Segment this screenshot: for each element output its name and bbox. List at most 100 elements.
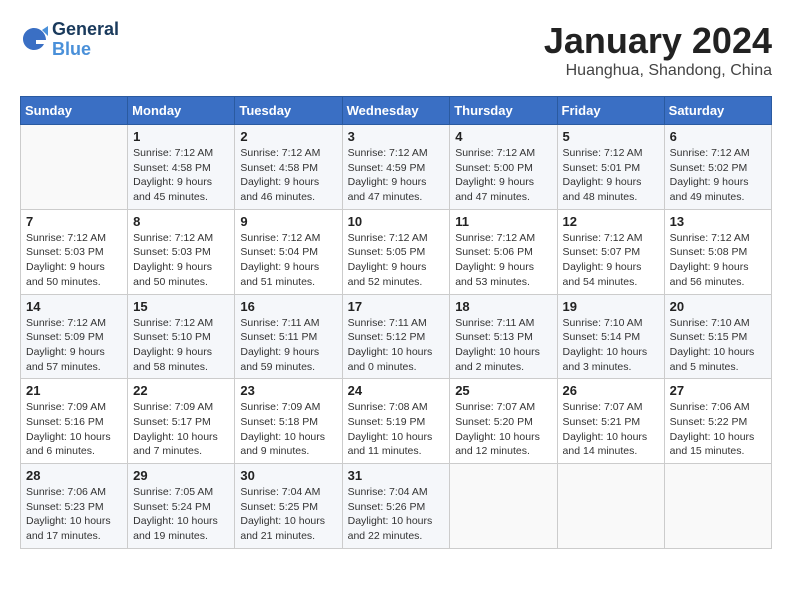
table-row: 5 Sunrise: 7:12 AMSunset: 5:01 PMDaylight…	[557, 125, 664, 210]
col-friday: Friday	[557, 97, 664, 125]
logo: General Blue	[20, 20, 119, 60]
day-number: 30	[240, 468, 336, 483]
col-monday: Monday	[128, 97, 235, 125]
day-number: 14	[26, 299, 122, 314]
day-info: Sunrise: 7:12 AMSunset: 4:59 PMDaylight:…	[348, 146, 445, 205]
table-row: 30 Sunrise: 7:04 AMSunset: 5:25 PMDayligh…	[235, 464, 342, 549]
day-info: Sunrise: 7:06 AMSunset: 5:22 PMDaylight:…	[670, 400, 766, 459]
day-number: 10	[348, 214, 445, 229]
calendar-week-row: 7Sunrise: 7:12 AMSunset: 5:03 PMDaylight…	[21, 209, 772, 294]
day-info: Sunrise: 7:12 AMSunset: 5:05 PMDaylight:…	[348, 231, 445, 290]
table-row	[664, 464, 771, 549]
day-number: 22	[133, 383, 229, 398]
day-number: 24	[348, 383, 445, 398]
header: General Blue January 2024 Huanghua, Shan…	[20, 20, 772, 80]
day-number: 31	[348, 468, 445, 483]
table-row: 24 Sunrise: 7:08 AMSunset: 5:19 PMDayligh…	[342, 379, 450, 464]
table-row: 14 Sunrise: 7:12 AMSunset: 5:09 PMDayligh…	[21, 294, 128, 379]
table-row: 15Sunrise: 7:12 AMSunset: 5:10 PMDayligh…	[128, 294, 235, 379]
col-sunday: Sunday	[21, 97, 128, 125]
col-saturday: Saturday	[664, 97, 771, 125]
day-info: Sunrise: 7:08 AMSunset: 5:19 PMDaylight:…	[348, 400, 445, 459]
day-number: 21	[26, 383, 122, 398]
logo-icon	[20, 26, 48, 54]
day-info: Sunrise: 7:09 AMSunset: 5:18 PMDaylight:…	[240, 400, 336, 459]
day-info: Sunrise: 7:09 AMSunset: 5:16 PMDaylight:…	[26, 400, 122, 459]
table-row: 28 Sunrise: 7:06 AMSunset: 5:23 PMDayligh…	[21, 464, 128, 549]
day-number: 27	[670, 383, 766, 398]
day-info: Sunrise: 7:11 AMSunset: 5:11 PMDaylight:…	[240, 316, 336, 375]
day-number: 13	[670, 214, 766, 229]
day-number: 25	[455, 383, 551, 398]
table-row: 4 Sunrise: 7:12 AMSunset: 5:00 PMDaylight…	[450, 125, 557, 210]
table-row: 6 Sunrise: 7:12 AMSunset: 5:02 PMDaylight…	[664, 125, 771, 210]
table-row	[450, 464, 557, 549]
calendar-week-row: 1 Sunrise: 7:12 AMSunset: 4:58 PMDaylight…	[21, 125, 772, 210]
day-info: Sunrise: 7:12 AMSunset: 5:08 PMDaylight:…	[670, 231, 766, 290]
subtitle: Huanghua, Shandong, China	[544, 62, 772, 80]
day-number: 28	[26, 468, 122, 483]
day-info: Sunrise: 7:12 AMSunset: 5:10 PMDaylight:…	[133, 316, 229, 375]
day-info: Sunrise: 7:10 AMSunset: 5:15 PMDaylight:…	[670, 316, 766, 375]
table-row: 13 Sunrise: 7:12 AMSunset: 5:08 PMDayligh…	[664, 209, 771, 294]
calendar-header-row: Sunday Monday Tuesday Wednesday Thursday…	[21, 97, 772, 125]
calendar-week-row: 28 Sunrise: 7:06 AMSunset: 5:23 PMDayligh…	[21, 464, 772, 549]
day-number: 4	[455, 129, 551, 144]
table-row: 22 Sunrise: 7:09 AMSunset: 5:17 PMDayligh…	[128, 379, 235, 464]
day-info: Sunrise: 7:12 AMSunset: 4:58 PMDaylight:…	[133, 146, 229, 205]
table-row: 27 Sunrise: 7:06 AMSunset: 5:22 PMDayligh…	[664, 379, 771, 464]
day-info: Sunrise: 7:05 AMSunset: 5:24 PMDaylight:…	[133, 485, 229, 544]
day-info: Sunrise: 7:12 AMSunset: 5:07 PMDaylight:…	[563, 231, 659, 290]
table-row	[21, 125, 128, 210]
day-number: 11	[455, 214, 551, 229]
day-info: Sunrise: 7:04 AMSunset: 5:26 PMDaylight:…	[348, 485, 445, 544]
day-number: 1	[133, 129, 229, 144]
day-number: 29	[133, 468, 229, 483]
day-number: 5	[563, 129, 659, 144]
table-row: 3 Sunrise: 7:12 AMSunset: 4:59 PMDaylight…	[342, 125, 450, 210]
table-row: 16 Sunrise: 7:11 AMSunset: 5:11 PMDayligh…	[235, 294, 342, 379]
day-info: Sunrise: 7:11 AMSunset: 5:13 PMDaylight:…	[455, 316, 551, 375]
day-number: 16	[240, 299, 336, 314]
table-row: 11Sunrise: 7:12 AMSunset: 5:06 PMDayligh…	[450, 209, 557, 294]
day-info: Sunrise: 7:06 AMSunset: 5:23 PMDaylight:…	[26, 485, 122, 544]
table-row	[557, 464, 664, 549]
day-info: Sunrise: 7:12 AMSunset: 5:09 PMDaylight:…	[26, 316, 122, 375]
day-number: 19	[563, 299, 659, 314]
col-tuesday: Tuesday	[235, 97, 342, 125]
day-info: Sunrise: 7:10 AMSunset: 5:14 PMDaylight:…	[563, 316, 659, 375]
table-row: 8 Sunrise: 7:12 AMSunset: 5:03 PMDaylight…	[128, 209, 235, 294]
table-row: 19 Sunrise: 7:10 AMSunset: 5:14 PMDayligh…	[557, 294, 664, 379]
day-info: Sunrise: 7:04 AMSunset: 5:25 PMDaylight:…	[240, 485, 336, 544]
day-number: 3	[348, 129, 445, 144]
day-number: 12	[563, 214, 659, 229]
day-info: Sunrise: 7:11 AMSunset: 5:12 PMDaylight:…	[348, 316, 445, 375]
day-info: Sunrise: 7:12 AMSunset: 5:01 PMDaylight:…	[563, 146, 659, 205]
table-row: 17 Sunrise: 7:11 AMSunset: 5:12 PMDayligh…	[342, 294, 450, 379]
calendar-table: Sunday Monday Tuesday Wednesday Thursday…	[20, 96, 772, 549]
table-row: 31 Sunrise: 7:04 AMSunset: 5:26 PMDayligh…	[342, 464, 450, 549]
day-info: Sunrise: 7:12 AMSunset: 4:58 PMDaylight:…	[240, 146, 336, 205]
table-row: 12 Sunrise: 7:12 AMSunset: 5:07 PMDayligh…	[557, 209, 664, 294]
day-number: 8	[133, 214, 229, 229]
day-number: 26	[563, 383, 659, 398]
day-info: Sunrise: 7:12 AMSunset: 5:00 PMDaylight:…	[455, 146, 551, 205]
day-number: 17	[348, 299, 445, 314]
table-row: 29 Sunrise: 7:05 AMSunset: 5:24 PMDayligh…	[128, 464, 235, 549]
day-info: Sunrise: 7:12 AMSunset: 5:02 PMDaylight:…	[670, 146, 766, 205]
calendar-week-row: 21 Sunrise: 7:09 AMSunset: 5:16 PMDayligh…	[21, 379, 772, 464]
table-row: 26 Sunrise: 7:07 AMSunset: 5:21 PMDayligh…	[557, 379, 664, 464]
main-title: January 2024	[544, 20, 772, 62]
day-info: Sunrise: 7:12 AMSunset: 5:03 PMDaylight:…	[133, 231, 229, 290]
title-area: January 2024 Huanghua, Shandong, China	[544, 20, 772, 80]
table-row: 18 Sunrise: 7:11 AMSunset: 5:13 PMDayligh…	[450, 294, 557, 379]
day-number: 6	[670, 129, 766, 144]
day-number: 18	[455, 299, 551, 314]
day-number: 2	[240, 129, 336, 144]
day-number: 9	[240, 214, 336, 229]
table-row: 7Sunrise: 7:12 AMSunset: 5:03 PMDaylight…	[21, 209, 128, 294]
day-number: 20	[670, 299, 766, 314]
day-info: Sunrise: 7:07 AMSunset: 5:21 PMDaylight:…	[563, 400, 659, 459]
table-row: 25Sunrise: 7:07 AMSunset: 5:20 PMDayligh…	[450, 379, 557, 464]
day-info: Sunrise: 7:09 AMSunset: 5:17 PMDaylight:…	[133, 400, 229, 459]
